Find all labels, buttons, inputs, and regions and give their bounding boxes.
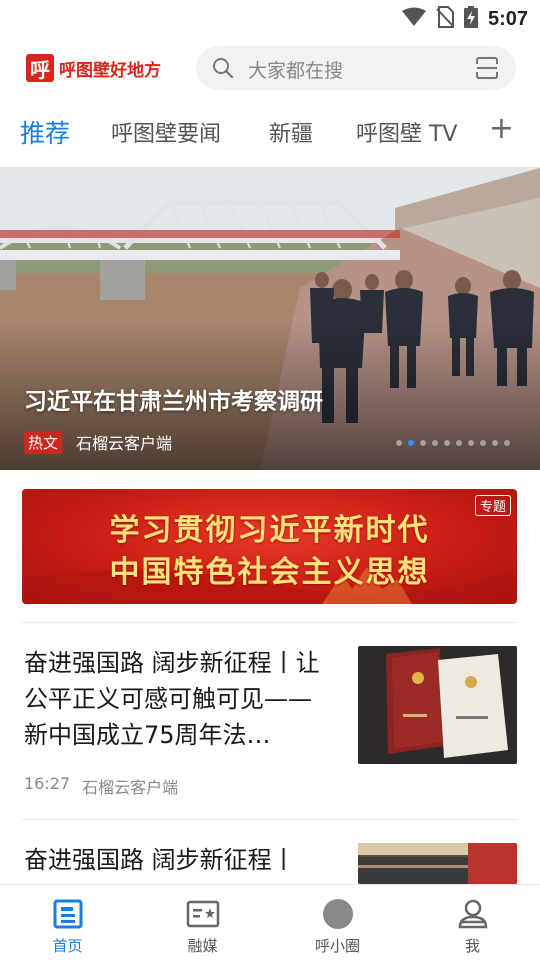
no-sim-icon [436,6,454,32]
carousel-dot[interactable] [420,440,426,446]
carousel-dot[interactable] [480,440,486,446]
battery-charging-icon [463,6,478,32]
circle-icon [321,897,355,931]
article-meta: 16:27 石榴云客户端 [24,774,178,798]
hero-meta: 热文 石榴云客户端 [24,430,172,454]
article-thumbnail[interactable] [358,646,517,764]
nav-home[interactable]: 首页 [0,885,135,960]
carousel-dot[interactable] [396,440,402,446]
nav-label: 融媒 [187,937,218,955]
tab-xinjiang[interactable]: 新疆 [269,116,313,148]
user-icon [456,897,490,931]
nav-label: 我 [464,937,480,955]
search-input[interactable]: 大家都在搜 [196,46,516,90]
topic-tag: 专题 [474,495,511,516]
scan-icon[interactable] [475,56,499,84]
carousel-indicator [396,440,510,446]
nav-label: 呼小圈 [314,937,360,955]
tab-recommend[interactable]: 推荐 [20,114,70,150]
status-icons: 5:07 [401,6,528,32]
carousel-dot[interactable] [468,440,474,446]
logo-mark: 呼 [26,54,54,82]
divider [22,622,517,623]
article-thumbnail-image [358,646,517,764]
search-icon [212,57,234,83]
bottom-navigation: 首页 融媒 呼小圈 我 [0,884,540,960]
channel-tabs: 推荐 呼图壁要闻 新疆 呼图壁 TV + [0,108,540,160]
banner-line-2: 中国特色社会主义思想 [109,555,430,590]
banner-line-1: 学习贯彻习近平新时代 [109,513,430,548]
hero-title[interactable]: 习近平在甘肃兰州市考察调研 [24,382,323,416]
home-news-icon [51,897,85,931]
article-thumbnail[interactable] [358,843,517,884]
status-time: 5:07 [487,7,528,30]
carousel-dot[interactable] [492,440,498,446]
carousel-dot[interactable] [504,440,510,446]
hero-source: 石榴云客户端 [76,434,173,453]
media-icon [186,897,220,931]
carousel-dot[interactable] [456,440,462,446]
special-topic-banner[interactable]: 学习贯彻习近平新时代 中国特色社会主义思想 专题 [22,489,517,604]
tab-hutubi-news[interactable]: 呼图壁要闻 [111,116,221,148]
article-time: 16:27 [24,774,71,793]
nav-media[interactable]: 融媒 [135,885,270,960]
nav-label: 首页 [52,937,83,955]
hero-carousel[interactable]: 习近平在甘肃兰州市考察调研 热文 石榴云客户端 [0,168,540,470]
carousel-dot[interactable] [408,440,414,446]
article-thumbnail-image [358,843,517,884]
wifi-icon [401,7,426,31]
app-logo[interactable]: 呼 呼图壁好地方 [26,54,161,82]
divider [22,819,517,820]
carousel-dot[interactable] [444,440,450,446]
search-placeholder: 大家都在搜 [248,60,344,82]
nav-circle[interactable]: 呼小圈 [270,885,405,960]
carousel-dot[interactable] [432,440,438,446]
article-source: 石榴云客户端 [82,778,179,797]
logo-text: 呼图壁好地方 [59,60,161,81]
article-title[interactable]: 奋进强国路 阔步新征程丨让公平正义可感可触可见——新中国成立75周年法… [24,645,332,753]
add-channel-icon[interactable]: + [489,114,514,144]
nav-me[interactable]: 我 [405,885,540,960]
status-bar: 5:07 [0,0,540,36]
hot-badge: 热文 [24,430,63,454]
article-title[interactable]: 奋进强国路 阔步新征程丨 [24,842,332,878]
app-header: 呼 呼图壁好地方 大家都在搜 [0,44,540,92]
tab-hutubi-tv[interactable]: 呼图壁 TV [356,116,457,148]
